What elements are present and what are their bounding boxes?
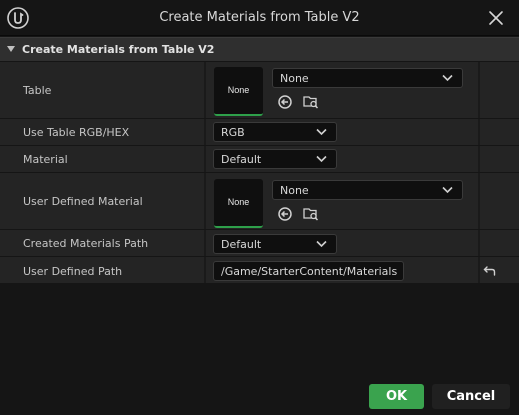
row-table: Table None None bbox=[0, 62, 519, 119]
material-dropdown[interactable]: Default bbox=[213, 149, 337, 169]
browse-asset-icon[interactable] bbox=[303, 206, 319, 222]
use-table-rgb-hex-value: RGB bbox=[221, 126, 245, 139]
row-use-table-rgb-hex: Use Table RGB/HEX RGB bbox=[0, 119, 519, 146]
column-divider bbox=[478, 119, 480, 145]
title-bar: Create Materials from Table V2 bbox=[0, 0, 519, 36]
material-value: Default bbox=[221, 153, 262, 166]
column-divider bbox=[204, 62, 206, 118]
column-divider bbox=[478, 257, 480, 283]
category-header[interactable]: Create Materials from Table V2 bbox=[0, 37, 519, 61]
chevron-down-icon bbox=[316, 240, 327, 248]
reset-to-default-icon[interactable] bbox=[482, 265, 496, 277]
collapse-arrow-icon[interactable] bbox=[7, 46, 15, 52]
category-title: Create Materials from Table V2 bbox=[22, 43, 215, 56]
table-label: Table bbox=[23, 84, 52, 97]
column-divider bbox=[478, 62, 480, 118]
use-table-rgb-hex-dropdown[interactable]: RGB bbox=[213, 122, 337, 142]
column-divider bbox=[204, 146, 206, 172]
column-divider bbox=[204, 257, 206, 283]
use-table-rgb-hex-label: Use Table RGB/HEX bbox=[23, 126, 130, 139]
browse-asset-icon[interactable] bbox=[303, 94, 319, 110]
column-divider bbox=[204, 230, 206, 256]
created-materials-path-label: Created Materials Path bbox=[23, 237, 149, 250]
empty-panel-area bbox=[0, 284, 519, 380]
window-title: Create Materials from Table V2 bbox=[159, 10, 360, 25]
ok-button[interactable]: OK bbox=[369, 384, 424, 409]
use-selected-asset-icon[interactable] bbox=[277, 94, 293, 110]
user-defined-material-asset-picker[interactable]: None bbox=[272, 180, 463, 200]
column-divider bbox=[478, 146, 480, 172]
chevron-down-icon bbox=[442, 186, 453, 194]
chevron-down-icon bbox=[316, 155, 327, 163]
user-defined-material-thumbnail[interactable]: None bbox=[214, 179, 263, 228]
row-material: Material Default bbox=[0, 146, 519, 173]
material-label: Material bbox=[23, 153, 68, 166]
row-created-materials-path: Created Materials Path Default bbox=[0, 230, 519, 257]
use-selected-asset-icon[interactable] bbox=[277, 206, 293, 222]
row-user-defined-path: User Defined Path /Game/StarterContent/M… bbox=[0, 257, 519, 284]
created-materials-path-value: Default bbox=[221, 238, 262, 251]
cancel-button[interactable]: Cancel bbox=[432, 384, 510, 409]
column-divider bbox=[478, 173, 480, 229]
chevron-down-icon bbox=[316, 128, 327, 136]
column-divider bbox=[478, 230, 480, 256]
column-divider bbox=[204, 119, 206, 145]
user-defined-path-value: /Game/StarterContent/Materials bbox=[221, 265, 398, 278]
table-asset-value: None bbox=[280, 72, 309, 85]
table-thumbnail[interactable]: None bbox=[214, 67, 263, 116]
user-defined-path-label: User Defined Path bbox=[23, 265, 123, 278]
table-thumbnail-text: None bbox=[227, 85, 250, 95]
table-asset-picker[interactable]: None bbox=[272, 68, 463, 88]
chevron-down-icon bbox=[442, 74, 453, 82]
user-defined-material-label: User Defined Material bbox=[23, 195, 143, 208]
column-divider bbox=[204, 173, 206, 229]
created-materials-path-dropdown[interactable]: Default bbox=[213, 234, 337, 254]
user-defined-material-asset-value: None bbox=[280, 184, 309, 197]
row-user-defined-material: User Defined Material None None bbox=[0, 173, 519, 230]
user-defined-path-input[interactable]: /Game/StarterContent/Materials bbox=[213, 261, 404, 281]
user-defined-material-thumbnail-text: None bbox=[227, 197, 250, 207]
close-icon[interactable] bbox=[487, 9, 505, 27]
